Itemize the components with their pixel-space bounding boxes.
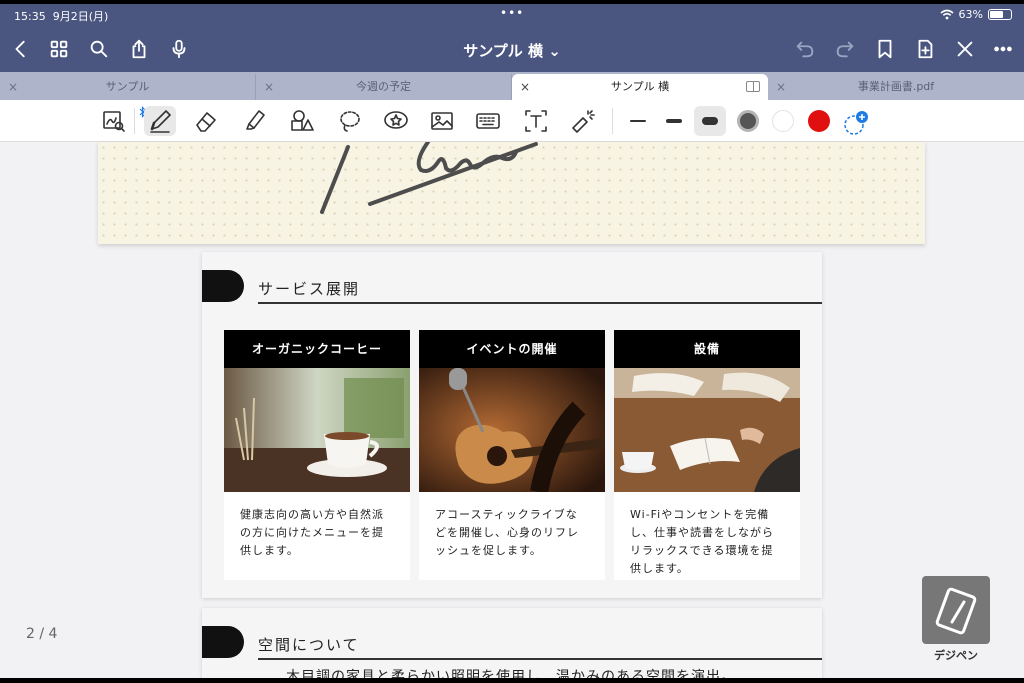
more-button[interactable] <box>990 36 1016 62</box>
battery-icon <box>988 9 1012 20</box>
close-tab-icon[interactable]: × <box>520 74 530 100</box>
section-underline <box>258 658 822 660</box>
card-title: オーガニックコーヒー <box>224 330 410 368</box>
service-card-events: イベントの開催 アコースティックライブな どを開催し、心身のリフレ ッシュを促し… <box>419 330 605 580</box>
toolbar-separator <box>134 108 135 134</box>
document-page-space[interactable]: 空間について 木目調の家具と柔らかい照明を使用し、温かみのある空間を演出。 <box>202 608 822 678</box>
bookmark-icon <box>878 39 892 59</box>
reading-photo <box>614 368 800 492</box>
close-icon <box>957 41 973 57</box>
color-red-swatch[interactable] <box>808 110 830 132</box>
sticker-icon <box>384 111 408 129</box>
undo-icon <box>796 41 814 58</box>
section-title: サービス展開 <box>258 280 361 298</box>
ipad-screen: 15:35 9月2日(月) ••• 63% サンプル 横 ⌄ × サンプル × … <box>0 4 1024 678</box>
stroke-width-thin[interactable] <box>622 106 654 136</box>
color-white-swatch[interactable] <box>772 110 794 132</box>
handwriting-strokes <box>320 142 538 214</box>
tab-sample-landscape[interactable]: × サンプル 横 <box>512 74 768 100</box>
highlighter-icon <box>246 110 265 130</box>
add-page-button[interactable] <box>912 36 938 62</box>
section-marker <box>202 626 244 658</box>
handwritten-note-page[interactable] <box>98 142 925 244</box>
redo-icon <box>836 41 854 58</box>
wifi-icon <box>940 9 954 20</box>
eraser-icon <box>196 112 216 132</box>
shapes-icon <box>291 110 314 131</box>
guitar-photo <box>419 368 605 492</box>
battery-percent: 63% <box>958 8 983 21</box>
tab-business-plan-pdf[interactable]: × 事業計画書.pdf <box>768 74 1024 100</box>
sticker-tool[interactable] <box>380 106 412 136</box>
stroke-width-thick[interactable] <box>694 106 726 136</box>
document-canvas[interactable]: サービス展開 オーガニックコーヒー 健康志向の高い方や自然派 の方に向けたメニュ… <box>0 142 1024 678</box>
section-underline <box>258 302 822 304</box>
pen-tool[interactable] <box>144 106 176 136</box>
card-title: イベントの開催 <box>419 330 605 368</box>
add-color-button[interactable] <box>843 110 869 136</box>
highlighter-tool[interactable] <box>238 106 270 136</box>
add-color-icon <box>844 111 868 135</box>
keyboard-icon <box>476 113 500 129</box>
tablet-pen-icon <box>922 576 990 644</box>
status-bar: 15:35 9月2日(月) ••• 63% <box>0 4 1024 26</box>
watermark-logo: デジペン <box>922 576 990 662</box>
zoom-window-tool[interactable] <box>98 106 130 136</box>
watermark-label: デジペン <box>934 649 978 662</box>
close-tab-icon[interactable]: × <box>8 74 18 100</box>
tab-sample[interactable]: × サンプル <box>0 74 256 100</box>
section-marker <box>202 270 244 302</box>
status-right: 63% <box>940 8 1012 21</box>
nav-bar: サンプル 横 ⌄ <box>0 26 1024 72</box>
lasso-tool[interactable] <box>334 106 366 136</box>
section-body-text: 木目調の家具と柔らかい照明を使用し、温かみのある空間を演出。 <box>286 669 736 678</box>
undo-button[interactable] <box>792 36 818 62</box>
tab-weekly-schedule[interactable]: × 今週の予定 <box>256 74 512 100</box>
close-tab-icon[interactable]: × <box>776 74 786 100</box>
zoom-window-icon <box>103 111 125 132</box>
image-icon <box>431 112 453 130</box>
split-view-icon[interactable] <box>746 81 760 92</box>
page-indicator: 2 / 4 <box>26 626 58 642</box>
close-tab-icon[interactable]: × <box>264 74 274 100</box>
card-description: アコースティックライブな どを開催し、心身のリフレ ッシュを促します。 <box>435 508 579 557</box>
color-gray-swatch[interactable] <box>737 110 759 132</box>
eraser-tool[interactable] <box>190 106 222 136</box>
card-title: 設備 <box>614 330 800 368</box>
image-tool[interactable] <box>426 106 458 136</box>
bookmark-button[interactable] <box>872 36 898 62</box>
document-page-services[interactable]: サービス展開 オーガニックコーヒー 健康志向の高い方や自然派 の方に向けたメニュ… <box>202 252 822 598</box>
service-card-facilities: 設備 Wi-Fiやコンセントを完備 し、仕事や読書をしながら リラックスできる環… <box>614 330 800 580</box>
multitask-dots[interactable]: ••• <box>500 6 524 20</box>
text-box-tool[interactable] <box>520 106 552 136</box>
status-time: 15:35 9月2日(月) <box>14 10 109 23</box>
drawing-toolbar <box>0 100 1024 142</box>
keyboard-tool[interactable] <box>472 106 504 136</box>
document-title[interactable]: サンプル 横 ⌄ <box>0 40 1024 61</box>
card-description: 健康志向の高い方や自然派 の方に向けたメニューを提 供します。 <box>240 508 384 557</box>
close-button[interactable] <box>952 36 978 62</box>
service-card-coffee: オーガニックコーヒー 健康志向の高い方や自然派 の方に向けたメニューを提 供しま… <box>224 330 410 580</box>
pen-icon <box>150 110 171 133</box>
card-description: Wi-Fiやコンセントを完備 し、仕事や読書をしながら リラックスできる環境を提… <box>630 508 774 575</box>
laser-pointer-icon <box>572 110 595 133</box>
laser-pointer-tool[interactable] <box>566 106 598 136</box>
text-box-icon <box>525 110 547 132</box>
lasso-icon <box>340 111 360 132</box>
tab-bar: × サンプル × 今週の予定 × サンプル 横 × 事業計画書.pdf <box>0 72 1024 100</box>
shapes-tool[interactable] <box>286 106 318 136</box>
toolbar-separator <box>612 108 613 134</box>
redo-button[interactable] <box>832 36 858 62</box>
section-title: 空間について <box>258 636 360 654</box>
stroke-width-medium[interactable] <box>658 106 690 136</box>
more-icon <box>994 46 1012 52</box>
coffee-photo <box>224 368 410 492</box>
add-page-icon <box>918 39 933 59</box>
